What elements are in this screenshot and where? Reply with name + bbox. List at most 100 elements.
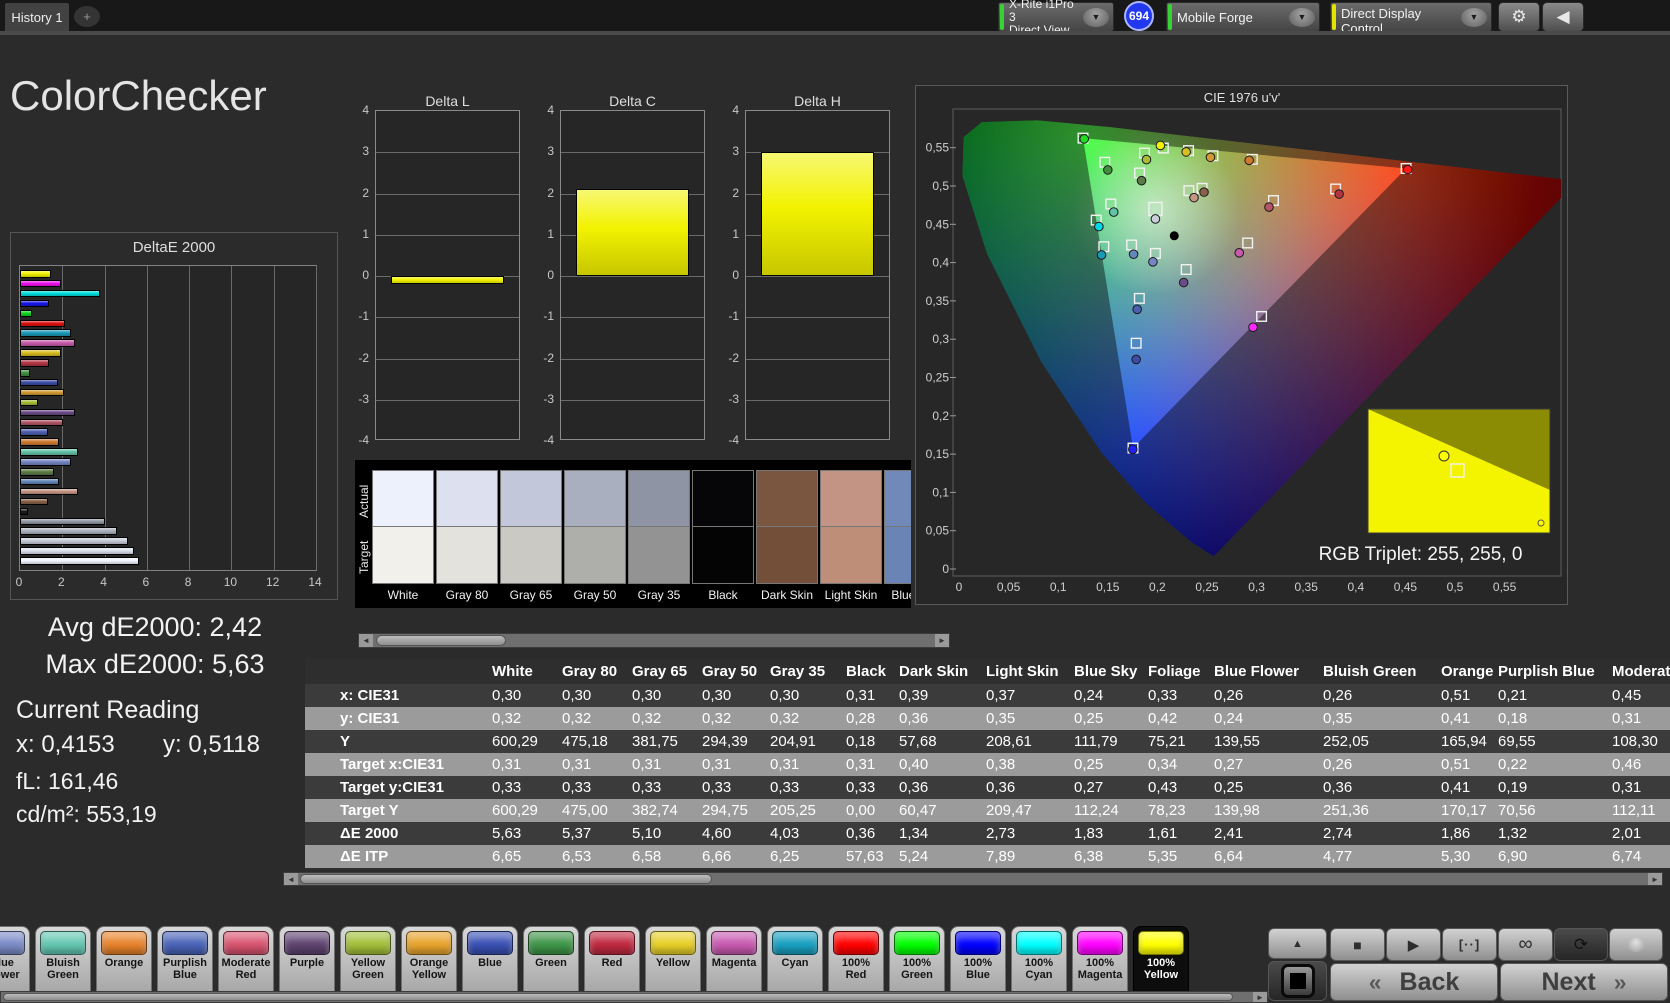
deltae-bar (20, 279, 62, 288)
patch-swatch (772, 931, 818, 955)
scroll-left-icon[interactable]: ◄ (284, 873, 298, 885)
chevron-down-icon[interactable]: ▼ (1461, 7, 1487, 27)
svg-text:0,5: 0,5 (1447, 580, 1464, 594)
collapse-panel-button[interactable]: ◀ (1542, 2, 1584, 32)
play-button[interactable]: ▶ (1386, 928, 1441, 961)
table-cell: 0,27 (1074, 779, 1104, 796)
column-header: Gray 35 (770, 662, 826, 680)
gridline (376, 399, 519, 401)
y-axis-tick: -3 (728, 391, 739, 406)
settings-button[interactable]: ⚙ (1498, 2, 1540, 32)
patch-button-cyan[interactable]: Cyan (767, 926, 823, 1000)
scroll-right-icon[interactable]: ► (1253, 992, 1267, 1002)
swatch-strip-scrollbar[interactable]: ◄ ► (358, 633, 950, 648)
column-header: Orange (1441, 662, 1494, 680)
gridline (231, 266, 233, 570)
chevron-down-icon[interactable]: ▼ (1289, 7, 1315, 27)
actual-swatch (372, 470, 434, 527)
svg-text:0,2: 0,2 (1149, 580, 1166, 594)
y-axis-tick: 2 (362, 185, 369, 200)
scrollbar-thumb[interactable] (3, 993, 1233, 1001)
svg-text:0,25: 0,25 (926, 371, 950, 385)
patch-button-100-cyan[interactable]: 100% Cyan (1011, 926, 1067, 1000)
patch-button-orange-yellow[interactable]: Orange Yellow (401, 926, 457, 1000)
patch-swatch (284, 931, 330, 955)
delta-bar (576, 189, 689, 276)
patch-button-purple[interactable]: Purple (279, 926, 335, 1000)
continuous-measure-button[interactable]: ∞ (1498, 928, 1553, 961)
scroll-right-icon[interactable]: ► (1648, 873, 1662, 885)
measurement-count-badge: 694 (1124, 1, 1154, 31)
swatch-label: Gray 65 (509, 588, 553, 602)
deltae-bar (20, 369, 31, 377)
scroll-right-icon[interactable]: ► (935, 634, 949, 647)
patch-button-orange[interactable]: Orange (96, 926, 152, 1000)
delta-bar (391, 276, 504, 285)
refresh-button[interactable]: ⟳ (1554, 928, 1608, 961)
patch-button-100-red[interactable]: 100% Red (828, 926, 884, 1000)
target-swatch (628, 527, 690, 584)
column-header: Bluish Green (1323, 662, 1417, 680)
workflow-dropdown[interactable]: Direct Display Control ▼ (1330, 2, 1492, 36)
target-swatch (372, 527, 434, 584)
gridline (561, 399, 704, 401)
patch-button-blue[interactable]: Blue (462, 926, 518, 1000)
gridline (561, 358, 704, 360)
scroll-left-icon[interactable]: ◄ (359, 634, 373, 647)
patch-swatch (0, 931, 25, 955)
target-swatch (820, 527, 882, 584)
delta-bar (761, 152, 874, 277)
patch-button-100-yellow[interactable]: 100% Yellow (1133, 926, 1189, 1000)
patch-button-100-magenta[interactable]: 100% Magenta (1072, 926, 1128, 1000)
patch-button-100-green[interactable]: 100% Green (889, 926, 945, 1000)
patch-button-moderate-red[interactable]: Moderate Red (218, 926, 274, 1000)
scrollbar-thumb[interactable] (300, 874, 712, 884)
svg-text:0,3: 0,3 (932, 332, 949, 346)
table-row: y: CIE31 0,32 0,32 0,32 0,32 0,32 0,28 0,36 0,35… (305, 707, 1670, 730)
table-cell: 381,75 (632, 733, 678, 750)
tab-history-1[interactable]: History 1 (5, 3, 69, 31)
table-cell: 108,30 (1612, 733, 1658, 750)
chevron-down-icon[interactable]: ▼ (1083, 7, 1109, 27)
extra-transport-button[interactable] (1609, 928, 1663, 961)
table-scrollbar[interactable]: ◄ ► (283, 872, 1663, 886)
single-measure-button[interactable]: [··] (1442, 928, 1497, 961)
meter-dropdown[interactable]: X-Rite i1Pro 3 Direct View ▼ (998, 0, 1114, 36)
measured-marker (1244, 155, 1254, 166)
table-cell: 0,36 (899, 779, 929, 796)
measured-marker (1096, 250, 1107, 260)
back-button[interactable]: « Back (1330, 963, 1498, 1001)
patch-button-yellow-green[interactable]: Yellow Green (340, 926, 396, 1000)
table-cell: 2,41 (1214, 825, 1244, 842)
table-cell: 0,38 (986, 756, 1016, 773)
patch-button-blue-flower[interactable]: BlueFlower (0, 926, 30, 1000)
patch-label: Magenta (711, 957, 757, 969)
patch-swatch (833, 931, 879, 955)
patch-button-purplish-blue[interactable]: Purplish Blue (157, 926, 213, 1000)
next-button[interactable]: Next » (1500, 963, 1668, 1001)
patch-button-bluish-green[interactable]: Bluish Green (35, 926, 91, 1000)
patch-button-magenta[interactable]: Magenta (706, 926, 762, 1000)
current-reading-heading: Current Reading (16, 696, 200, 724)
patch-button-yellow[interactable]: Yellow (645, 926, 701, 1000)
measured-marker (1181, 147, 1191, 157)
add-tab-button[interactable]: + (74, 6, 100, 27)
gridline (746, 358, 889, 360)
table-cell: 0,42 (1148, 710, 1178, 727)
patch-button-red[interactable]: Red (584, 926, 640, 1000)
actual-swatch (628, 470, 690, 527)
patch-label: 100% Cyan (1024, 957, 1054, 981)
patch-button-green[interactable]: Green (523, 926, 579, 1000)
table-cell: 1,34 (899, 825, 929, 842)
patch-swatch (528, 931, 574, 955)
table-cell: 0,31 (1612, 779, 1642, 796)
display-window-button[interactable] (1268, 961, 1327, 1001)
scrollbar-thumb[interactable] (376, 635, 506, 646)
scroll-up-button[interactable]: ▲ (1268, 928, 1327, 959)
patch-button-100-blue[interactable]: 100% Blue (950, 926, 1006, 1000)
svg-text:0,35: 0,35 (1295, 580, 1319, 594)
patch-bar-scrollbar[interactable]: ► (0, 991, 1268, 1003)
source-dropdown[interactable]: Mobile Forge ▼ (1166, 2, 1320, 32)
stop-button[interactable]: ■ (1330, 928, 1385, 961)
delta-plot-area (745, 110, 890, 440)
